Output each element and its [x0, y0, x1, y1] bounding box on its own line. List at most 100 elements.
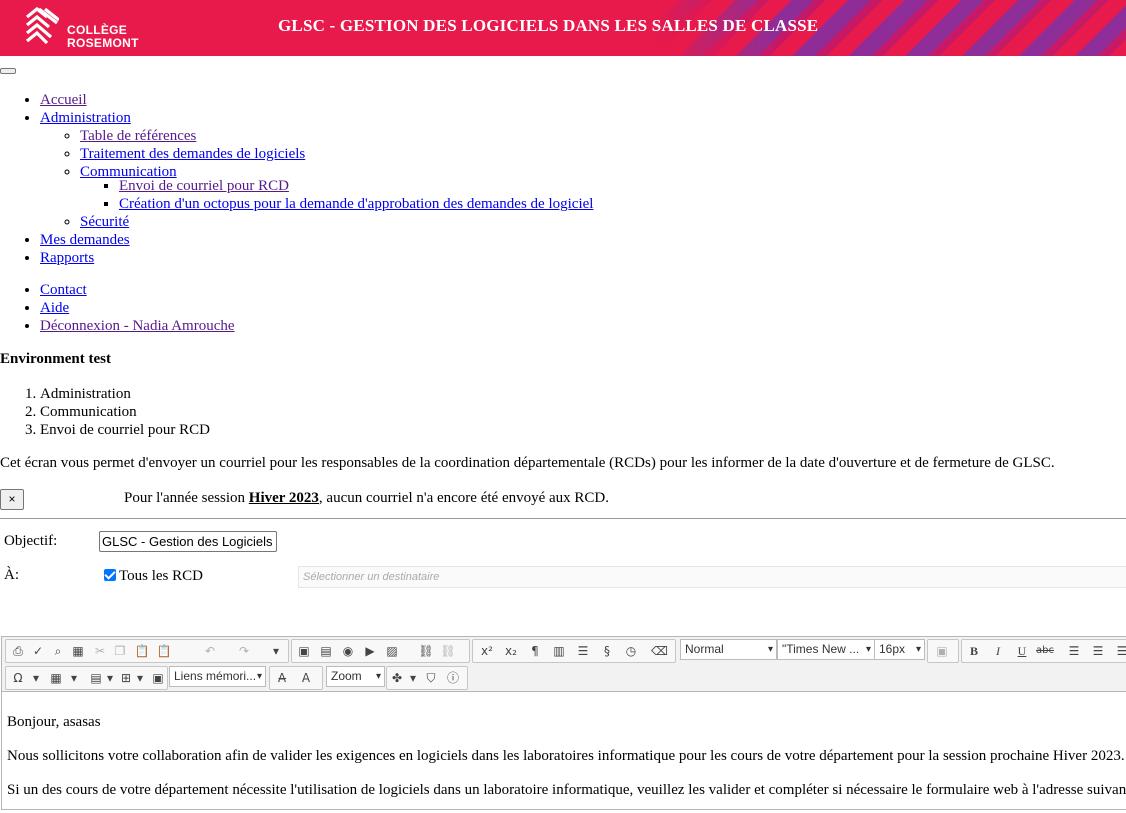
a-label: À: — [4, 567, 19, 583]
align-right-icon[interactable]: ☰ — [1114, 643, 1126, 659]
image-map-icon[interactable]: ▤ — [318, 643, 334, 659]
paste-options-icon[interactable]: 📋 — [156, 643, 172, 659]
paste-text-icon[interactable]: ▥ — [551, 643, 567, 659]
nav-link-contact[interactable]: Contact — [40, 282, 87, 298]
app-title: GLSC - GESTION DES LOGICIELS DANS LES SA… — [278, 16, 819, 35]
alert-message: Pour l'année session Hiver 2023, aucun c… — [124, 490, 609, 507]
horizontal-rule-icon[interactable]: ☰ — [575, 643, 591, 659]
symbol-icon[interactable]: § — [599, 643, 615, 659]
chevron-down-icon[interactable]: ▾ — [405, 670, 421, 686]
zoom-select[interactable]: Zoom — [326, 666, 385, 687]
modules-icon[interactable]: ✤ — [389, 670, 405, 686]
media-icon[interactable]: ▶ — [362, 643, 378, 659]
template-icon[interactable]: ▨ — [384, 643, 400, 659]
nav-item-mes-demandes: Mes demandes — [40, 231, 593, 249]
format-select[interactable]: Normal — [680, 639, 777, 660]
track-changes-icon[interactable]: ⛉ — [423, 670, 439, 686]
nav-link-securite[interactable]: Sécurité — [80, 214, 129, 230]
image-icon[interactable]: ▣ — [296, 643, 312, 659]
intro-text: Cet écran vous permet d'envoyer un courr… — [0, 455, 1055, 471]
image-properties-icon[interactable]: ▣ — [934, 643, 950, 659]
nav-item-aide: Aide — [40, 299, 235, 317]
editor-paragraph: Si un des cours de votre département néc… — [7, 782, 1126, 798]
paragraph-icon[interactable]: ¶ — [527, 643, 543, 659]
about-icon[interactable]: ⓘ — [445, 670, 461, 686]
chevron-down-icon[interactable]: ▾ — [66, 670, 82, 686]
underline-icon[interactable]: U — [1014, 643, 1030, 659]
tous-rcd-checkbox[interactable] — [104, 569, 116, 581]
align-center-icon[interactable]: ☰ — [1090, 643, 1106, 659]
breadcrumb-item: Communication — [40, 403, 210, 421]
find-icon[interactable]: ⌕ — [50, 643, 66, 659]
font-select[interactable]: "Times New ... — [777, 639, 875, 660]
header-banner: COLLÈGE ROSEMONT GLSC - GESTION DES LOGI… — [0, 0, 1126, 56]
nav-link-mes-demandes[interactable]: Mes demandes — [40, 232, 130, 248]
strikethrough-icon[interactable]: abc — [1036, 643, 1054, 659]
spellcheck-icon[interactable]: ✓ — [30, 643, 46, 659]
alert-session: Hiver 2023 — [248, 490, 319, 506]
toolbar-group-insert-2: Ω ▾ ▦ ▾ ▤ ▾ ⊞ ▾ ▣ — [5, 666, 168, 690]
nav-item-contact: Contact — [40, 281, 235, 299]
toolbar-group-edit: ⎙ ✓ ⌕ ▦ ✂ ❐ 📋 📋 ↶ ↷ ▾ — [5, 639, 289, 663]
nav-link-table-references[interactable]: Table de références — [80, 128, 196, 144]
nav-link-rapports[interactable]: Rapports — [40, 250, 94, 266]
breadcrumb: Administration Communication Envoi de co… — [0, 385, 210, 439]
tous-rcd-label[interactable]: Tous les RCD — [119, 568, 203, 585]
links-select[interactable]: Liens mémori... — [169, 666, 266, 687]
convert-upper-icon[interactable]: A — [298, 670, 314, 686]
chevron-down-icon[interactable]: ▾ — [132, 670, 148, 686]
flash-icon[interactable]: ◉ — [340, 643, 356, 659]
align-left-icon[interactable]: ☰ — [1066, 643, 1082, 659]
toolbar-group-misc: ✤ ▾ ⛉ ⓘ — [386, 666, 468, 690]
environment-label: Environment test — [0, 351, 111, 367]
info-alert: × Pour l'année session Hiver 2023, aucun… — [0, 489, 1126, 511]
undo-icon[interactable]: ↶ — [202, 643, 218, 659]
alert-close-button[interactable]: × — [0, 489, 24, 510]
special-char-icon[interactable]: Ω — [10, 670, 26, 686]
nav-link-aide[interactable]: Aide — [40, 300, 69, 316]
unlink-icon[interactable]: ⛓ — [440, 643, 456, 659]
college-logo[interactable]: COLLÈGE ROSEMONT — [25, 7, 155, 53]
link-icon[interactable]: ⛓ — [418, 643, 434, 659]
editor-paragraph: Bonjour, asasas — [7, 714, 101, 730]
subscript-icon[interactable]: x₂ — [503, 643, 519, 659]
chevron-down-icon[interactable]: ▾ — [102, 670, 118, 686]
nav-link-traitement[interactable]: Traitement des demandes de logiciels — [80, 146, 305, 162]
nav-link-administration[interactable]: Administration — [40, 110, 131, 126]
nav-link-deconnexion[interactable]: Déconnexion - Nadia Amrouche — [40, 318, 235, 334]
paste-icon[interactable]: 📋 — [134, 643, 150, 659]
size-select[interactable]: 16px — [874, 639, 925, 660]
nav-item-table-references: Table de références — [80, 127, 593, 145]
nav-item-traitement: Traitement des demandes de logiciels — [80, 145, 593, 163]
nav-item-rapports: Rapports — [40, 249, 593, 267]
select-all-icon[interactable]: ▦ — [70, 643, 86, 659]
toolbar-group-insert: ▣ ▤ ◉ ▶ ▨ ⛓ ⛓ — [291, 639, 470, 663]
print-icon[interactable]: ⎙ — [10, 643, 26, 659]
editor-toolbar-1: ⎙ ✓ ⌕ ▦ ✂ ❐ 📋 📋 ↶ ↷ ▾ ▣ ▤ ◉ ▶ ▨ ⛓ ⛓ x² x… — [2, 637, 1126, 665]
clock-icon[interactable]: ◷ — [623, 643, 639, 659]
cut-icon[interactable]: ✂ — [92, 643, 108, 659]
chevron-down-icon[interactable]: ▾ — [28, 670, 44, 686]
editor-content[interactable]: Bonjour, asasas Nous sollicitons votre c… — [7, 711, 1126, 813]
nav-item-administration: Administration Table de références Trait… — [40, 109, 593, 231]
convert-lower-icon[interactable]: A̶ — [274, 670, 290, 686]
nav-link-envoi-courriel[interactable]: Envoi de courriel pour RCD — [119, 178, 289, 194]
redo-icon[interactable]: ↷ — [236, 643, 252, 659]
toolbar-group-case: A̶ A — [269, 666, 323, 690]
rich-text-editor: ⎙ ✓ ⌕ ▦ ✂ ❐ 📋 📋 ↶ ↷ ▾ ▣ ▤ ◉ ▶ ▨ ⛓ ⛓ x² x… — [1, 636, 1126, 810]
objectif-input[interactable]: GLSC - Gestion des Logiciels dans les sa… — [99, 531, 277, 552]
format-stripper-icon[interactable]: ⌫ — [651, 643, 668, 659]
copy-icon[interactable]: ❐ — [112, 643, 128, 659]
table-icon[interactable]: ▦ — [48, 670, 64, 686]
nav-link-accueil[interactable]: Accueil — [40, 92, 87, 108]
main-nav: Accueil Administration Table de référenc… — [0, 91, 593, 267]
bold-icon[interactable]: B — [966, 643, 982, 659]
nav-link-creation-octopus[interactable]: Création d'un octopus pour la demande d'… — [119, 196, 593, 212]
chevron-down-icon[interactable]: ▾ — [268, 643, 284, 659]
nav-item-creation-octopus: Création d'un octopus pour la demande d'… — [119, 195, 593, 213]
destinataire-select[interactable]: Sélectionner un destinataire — [298, 566, 1126, 588]
menu-toggle-button[interactable] — [0, 68, 16, 74]
image-manager-icon[interactable]: ▣ — [150, 670, 166, 686]
superscript-icon[interactable]: x² — [479, 643, 495, 659]
italic-icon[interactable]: I — [990, 643, 1006, 659]
